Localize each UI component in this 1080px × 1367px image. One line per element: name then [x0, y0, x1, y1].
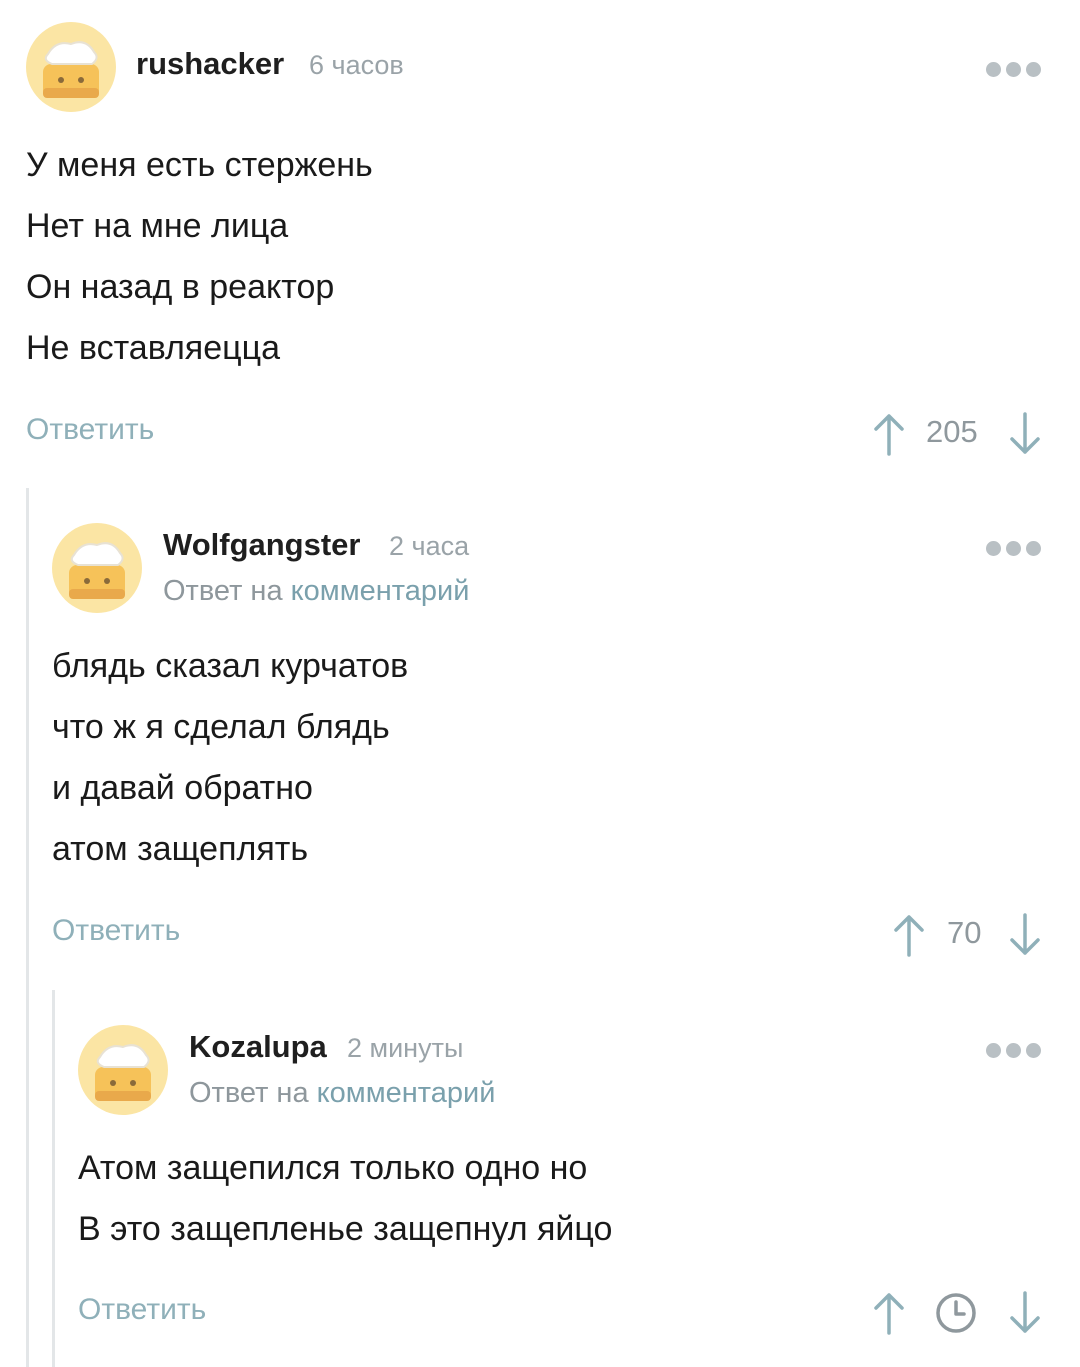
reply-to-line: Ответ на комментарий — [163, 575, 469, 608]
comment-line: В это защепленье защепнул яйцо — [78, 1210, 613, 1248]
comment-line: У меня есть стержень — [26, 146, 373, 184]
reply-button[interactable]: Ответить — [52, 914, 180, 948]
more-options-icon[interactable] — [986, 62, 1042, 78]
comment-time: 2 часа — [389, 531, 470, 561]
downvote-arrow-icon[interactable] — [1008, 913, 1042, 957]
vote-block: 205 — [872, 410, 1042, 458]
avatar[interactable] — [26, 22, 116, 112]
comment-header: Kozalupa 2 минуты Ответ на комментарий — [78, 1025, 1042, 1117]
comment-line: атом защеплять — [52, 830, 309, 868]
comment: Wolfgangster 2 часа Ответ на комментарий… — [52, 523, 1042, 963]
comment-line: что ж я сделал блядь — [52, 708, 390, 746]
reply-to-link[interactable]: комментарий — [317, 1077, 496, 1109]
reply-to-prefix: Ответ на — [189, 1077, 309, 1109]
reply-to-link[interactable]: комментарий — [291, 575, 470, 607]
avatar[interactable] — [52, 523, 142, 613]
toaster-avatar-icon — [78, 1025, 168, 1115]
comment-header: Wolfgangster 2 часа Ответ на комментарий — [52, 523, 1042, 615]
comment-time: 2 минуты — [347, 1033, 464, 1063]
more-options-icon[interactable] — [986, 1043, 1042, 1059]
comment: rushacker 6 часов У меня есть стержень Н… — [26, 22, 1042, 462]
author-name[interactable]: rushacker — [136, 46, 284, 82]
author-name[interactable]: Kozalupa — [189, 1029, 327, 1065]
upvote-arrow-icon[interactable] — [872, 412, 906, 456]
comment: Kozalupa 2 минуты Ответ на комментарий А… — [78, 1025, 1042, 1345]
more-options-icon[interactable] — [986, 541, 1042, 557]
reply-to-line: Ответ на комментарий — [189, 1077, 495, 1110]
thread-line-level-1 — [26, 488, 29, 1367]
toaster-avatar-icon — [26, 22, 116, 112]
comment-header: rushacker 6 часов — [26, 22, 1042, 114]
toaster-avatar-icon — [52, 523, 142, 613]
comment-line: блядь сказал курчатов — [52, 647, 409, 685]
vote-block — [872, 1289, 1042, 1337]
reply-button[interactable]: Ответить — [26, 413, 154, 447]
avatar[interactable] — [78, 1025, 168, 1115]
comment-line: и давай обратно — [52, 769, 313, 807]
downvote-arrow-icon[interactable] — [1008, 1291, 1042, 1335]
author-name[interactable]: Wolfgangster — [163, 527, 361, 563]
comment-line: Не вставляецца — [26, 329, 280, 367]
reply-button[interactable]: Ответить — [78, 1293, 206, 1327]
rating-score: 70 — [947, 915, 982, 950]
comment-line: Нет на мне лица — [26, 207, 289, 245]
comment-line: Он назад в реактор — [26, 268, 335, 306]
rating-score: 205 — [926, 414, 978, 449]
thread-line-level-2 — [52, 990, 55, 1367]
upvote-arrow-icon[interactable] — [892, 913, 926, 957]
upvote-arrow-icon[interactable] — [872, 1291, 906, 1335]
comment-time: 6 часов — [309, 50, 404, 80]
downvote-arrow-icon[interactable] — [1008, 412, 1042, 456]
comment-line: Атом защепился только одно но — [78, 1149, 588, 1187]
reply-to-prefix: Ответ на — [163, 575, 283, 607]
vote-block: 70 — [892, 911, 1042, 959]
clock-icon — [936, 1293, 976, 1333]
